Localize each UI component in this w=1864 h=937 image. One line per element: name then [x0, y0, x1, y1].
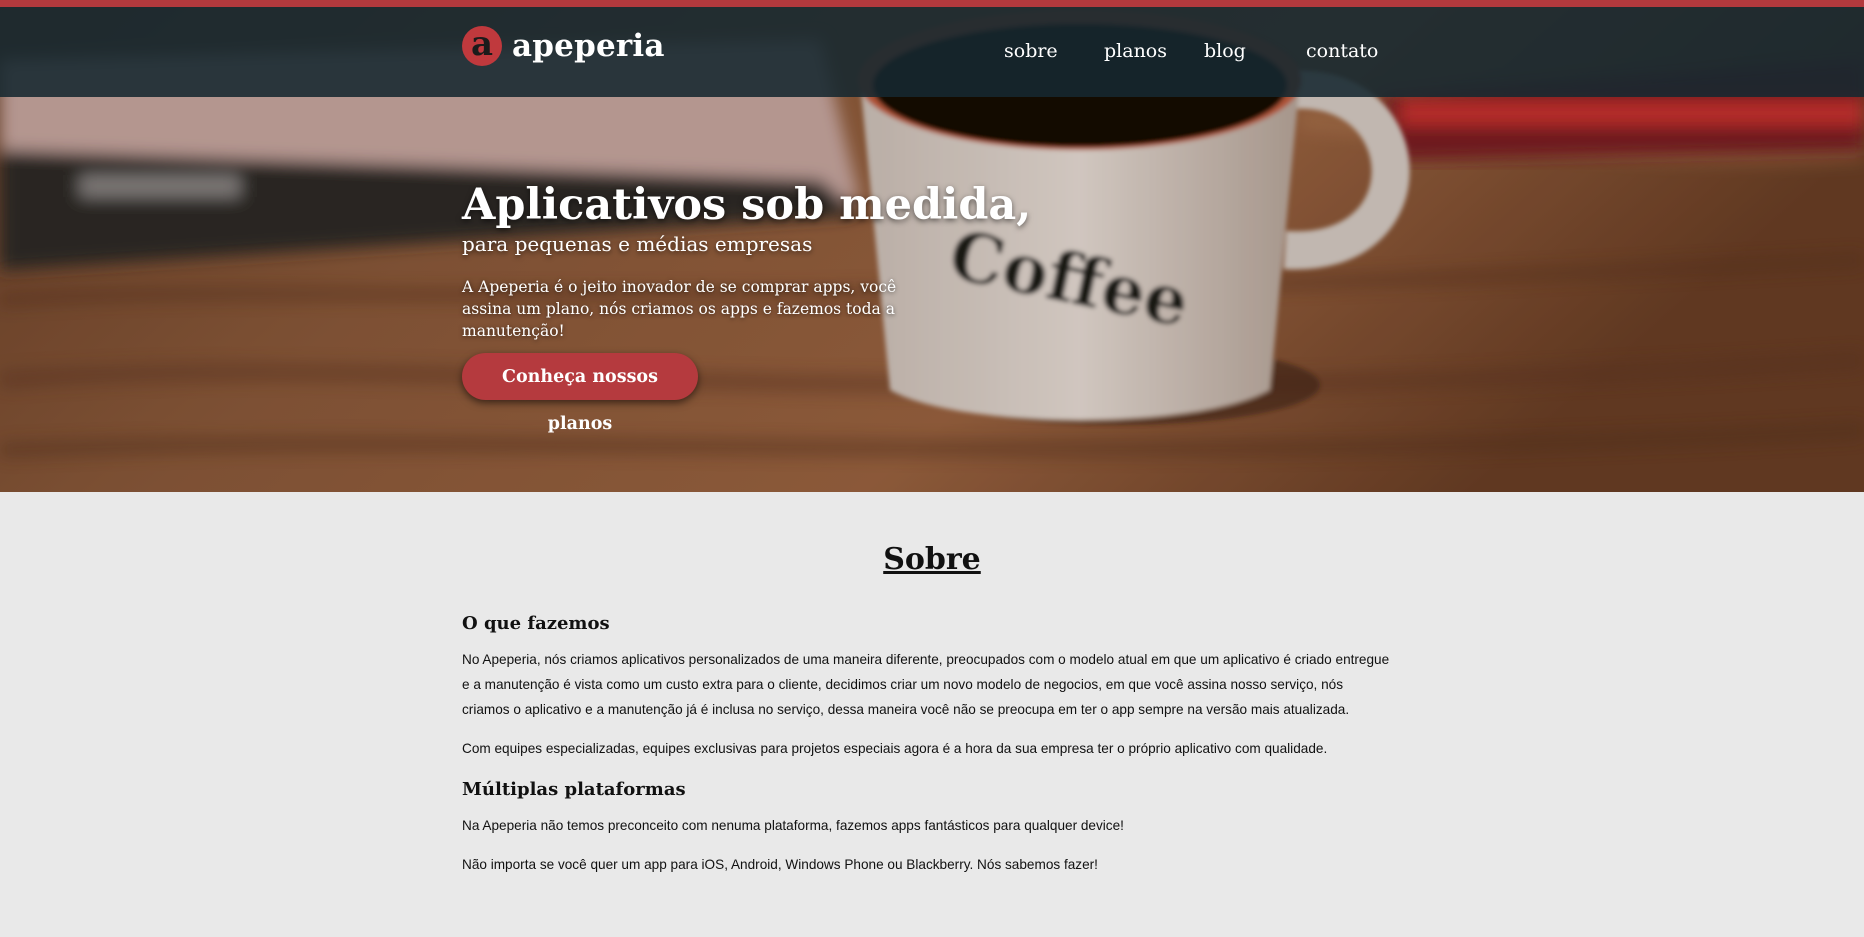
section-title-o-que-fazemos: O que fazemos: [462, 613, 610, 634]
hero-subtitle: para pequenas e médias empresas: [462, 232, 813, 256]
hero-description: A Apeperia é o jeito inovador de se comp…: [462, 278, 897, 340]
paragraph: Na Apeperia não temos preconceito com ne…: [462, 818, 1124, 833]
nav-link-blog[interactable]: blog: [1204, 40, 1246, 62]
logo-wordmark: apeperia: [512, 28, 665, 64]
logo-icon: a: [462, 26, 502, 66]
hero-title: Aplicativos sob medida,: [462, 180, 1032, 230]
paragraph: Com equipes especializadas, equipes excl…: [462, 741, 1328, 756]
paragraph: No Apeperia, nós criamos aplicativos per…: [462, 652, 1390, 717]
plans-cta-button[interactable]: Conheça nossos planos: [462, 353, 698, 434]
top-accent-stripe: [0, 0, 1864, 7]
paragraph: Não importa se você quer um app para iOS…: [462, 857, 1098, 872]
sobre-content: O que fazemos No Apeperia, nós criamos a…: [462, 613, 1392, 891]
nav-link-planos[interactable]: planos: [1104, 40, 1167, 62]
nav-link-contato[interactable]: contato: [1306, 40, 1378, 62]
sobre-heading: Sobre: [883, 542, 981, 577]
nav-link-sobre[interactable]: sobre: [1004, 40, 1058, 62]
section-title-multiplas-plataformas: Múltiplas plataformas: [462, 779, 686, 800]
site-logo[interactable]: a apeperia: [462, 26, 665, 66]
site-header: a apeperia sobre planos blog contato: [0, 7, 1864, 97]
sobre-section: Sobre O que fazemos No Apeperia, nós cri…: [0, 492, 1864, 937]
